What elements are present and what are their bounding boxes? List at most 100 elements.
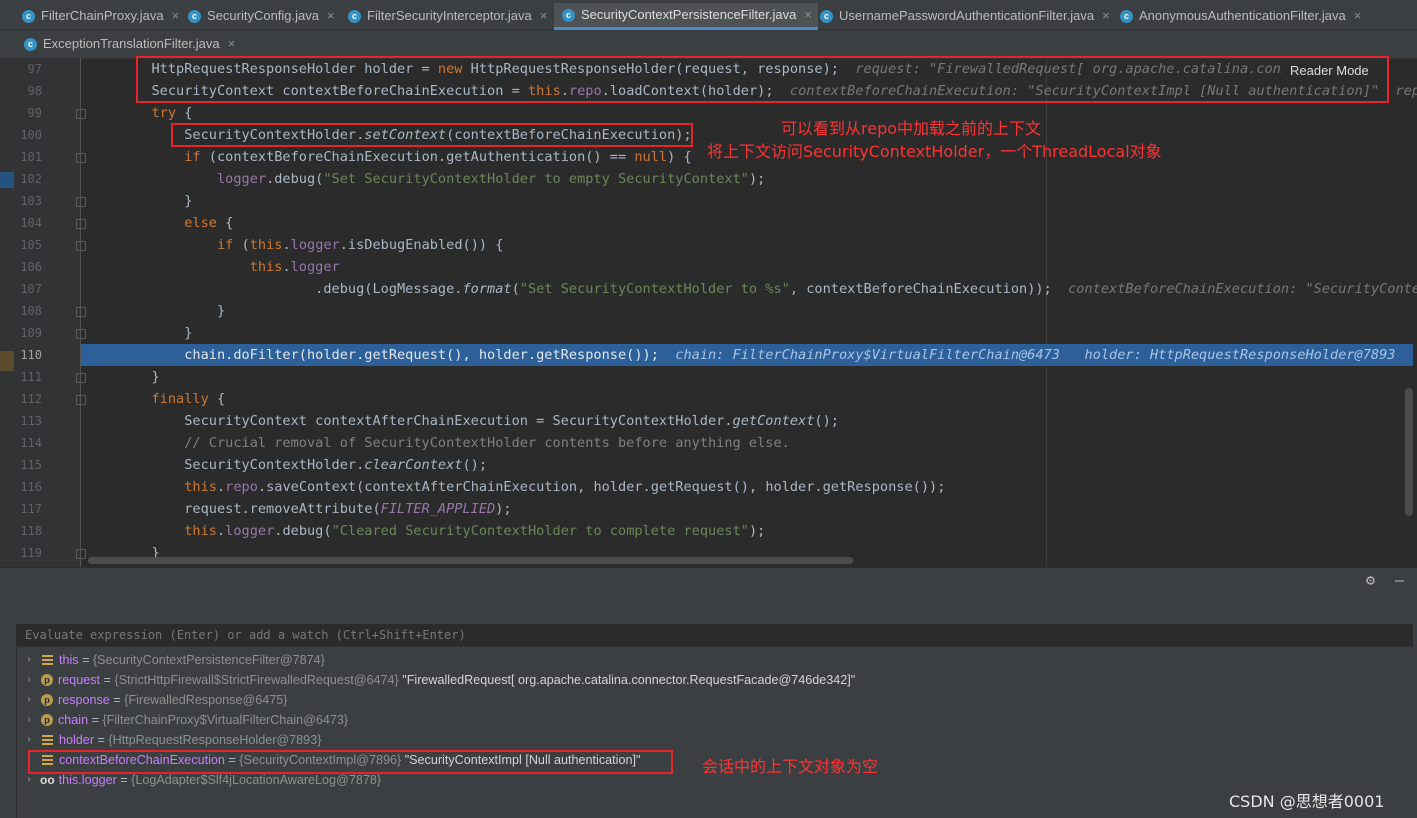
parameter-icon: p	[41, 714, 53, 726]
code-line-110[interactable]: chain.doFilter(holder.getRequest(), hold…	[86, 344, 1395, 366]
code-line-111[interactable]: }	[86, 366, 159, 388]
class-icon: c	[24, 37, 37, 51]
equals-sign: =	[94, 733, 109, 747]
line-number: 102	[20, 172, 42, 186]
code-line-115[interactable]: SecurityContextHolder.clearContext();	[86, 454, 487, 476]
annotation-note: 将上下文访问SecurityContextHolder，一个ThreadLoca…	[707, 142, 1162, 161]
tab-label: UsernamePasswordAuthenticationFilter.jav…	[839, 8, 1095, 23]
variable-name: this	[59, 653, 79, 667]
code-line-112[interactable]: finally {	[86, 388, 225, 410]
line-number: 119	[20, 546, 42, 560]
code-line-103[interactable]: }	[86, 190, 192, 212]
editor-vertical-scrollbar[interactable]	[1405, 388, 1413, 516]
line-number: 107	[20, 282, 42, 296]
frames-panel-edge	[0, 645, 17, 818]
line-number: 109	[20, 326, 42, 340]
fold-marker[interactable]	[76, 241, 86, 251]
fold-marker[interactable]	[76, 549, 86, 559]
variable-value: {FilterChainProxy$VirtualFilterChain@647…	[102, 713, 349, 727]
tab-securityconfig[interactable]: c SecurityConfig.java ×	[180, 3, 341, 29]
tab-label: FilterSecurityInterceptor.java	[367, 8, 532, 23]
debugger-toolbar	[0, 567, 1417, 592]
equals-sign: =	[88, 713, 103, 727]
line-number: 118	[20, 524, 42, 538]
expand-icon[interactable]: ›	[22, 650, 36, 670]
tab-securitycontextpersistencefilter[interactable]: c SecurityContextPersistenceFilter.java …	[554, 3, 818, 30]
line-number: 99	[27, 106, 42, 120]
variable-name: request	[58, 673, 101, 687]
inline-debug-hint: contextBeforeChainExecution: "SecurityCo…	[1068, 281, 1417, 297]
tab-filtersecurityinterceptor[interactable]: c FilterSecurityInterceptor.java ×	[340, 3, 553, 29]
close-icon[interactable]: ×	[1102, 3, 1110, 29]
close-icon[interactable]: ×	[1354, 3, 1362, 29]
tab-label: SecurityContextPersistenceFilter.java	[581, 7, 797, 22]
variable-value: {StrictHttpFirewall$StrictFirewalledRequ…	[114, 673, 399, 687]
variable-value: {FirewalledResponse@6475}	[124, 693, 288, 707]
line-number: 116	[20, 480, 42, 494]
code-line-104[interactable]: else {	[86, 212, 233, 234]
close-icon[interactable]: ×	[228, 31, 236, 57]
equals-sign: =	[109, 693, 125, 707]
expand-icon[interactable]: ›	[22, 690, 36, 710]
close-icon[interactable]: ×	[804, 3, 812, 27]
code-line-107[interactable]: .debug(LogMessage.format("Set SecurityCo…	[86, 278, 1417, 300]
fold-marker[interactable]	[76, 219, 86, 229]
fold-marker[interactable]	[76, 395, 86, 405]
tab-label: SecurityConfig.java	[207, 8, 319, 23]
variable-name: chain	[58, 713, 89, 727]
code-line-114[interactable]: // Crucial removal of SecurityContextHol…	[86, 432, 790, 454]
close-icon[interactable]: ×	[172, 3, 180, 29]
gutter-execution-marker	[0, 351, 14, 371]
close-icon[interactable]: ×	[327, 3, 335, 29]
expand-icon[interactable]: ›	[22, 730, 36, 750]
code-line-106[interactable]: this.logger	[86, 256, 340, 278]
variable-row-holder[interactable]: › holder = {HttpRequestResponseHolder@78…	[22, 730, 321, 750]
code-line-102[interactable]: logger.debug("Set SecurityContextHolder …	[86, 168, 765, 190]
line-number: 106	[20, 260, 42, 274]
settings-gear-icon[interactable]: ⚙	[1366, 571, 1375, 589]
variable-row-response[interactable]: › p response = {FirewalledResponse@6475}	[22, 690, 288, 710]
code-line-108[interactable]: }	[86, 300, 225, 322]
tab-label: ExceptionTranslationFilter.java	[43, 36, 220, 51]
fold-marker[interactable]	[76, 153, 86, 163]
tab-filterchainproxy[interactable]: c FilterChainProxy.java ×	[14, 3, 185, 29]
annotation-box-set-context	[171, 123, 693, 147]
line-number-current: 110	[20, 348, 42, 362]
code-line-105[interactable]: if (this.logger.isDebugEnabled()) {	[86, 234, 503, 256]
expand-icon[interactable]: ›	[22, 670, 36, 690]
annotation-box-load-context	[136, 56, 1389, 103]
inline-debug-hint: repo	[1395, 83, 1417, 99]
fold-marker[interactable]	[76, 197, 86, 207]
tab-exceptiontranslationfilter[interactable]: c ExceptionTranslationFilter.java ×	[16, 31, 241, 57]
variable-row-chain[interactable]: › p chain = {FilterChainProxy$VirtualFil…	[22, 710, 348, 730]
hide-panel-icon[interactable]: –	[1395, 571, 1404, 589]
fold-marker[interactable]	[76, 373, 86, 383]
tab-anonymousauthenticationfilter[interactable]: c AnonymousAuthenticationFilter.java ×	[1112, 3, 1367, 29]
tab-label: AnonymousAuthenticationFilter.java	[1139, 8, 1346, 23]
code-line-116[interactable]: this.repo.saveContext(contextAfterChainE…	[86, 476, 945, 498]
gutter-bookmark	[0, 172, 14, 188]
annotation-note: 会话中的上下文对象为空	[702, 757, 879, 776]
code-line-117[interactable]: request.removeAttribute(FILTER_APPLIED);	[86, 498, 511, 520]
code-line-99[interactable]: try {	[86, 102, 192, 124]
close-icon[interactable]: ×	[540, 3, 548, 29]
fold-marker[interactable]	[76, 329, 86, 339]
expand-icon[interactable]: ›	[22, 710, 36, 730]
code-line-109[interactable]: }	[86, 322, 192, 344]
code-line-118[interactable]: this.logger.debug("Cleared SecurityConte…	[86, 520, 765, 542]
variable-row-request[interactable]: › p request = {StrictHttpFirewall$Strict…	[22, 670, 855, 690]
class-icon: c	[562, 8, 575, 22]
code-line-101[interactable]: if (contextBeforeChainExecution.getAuthe…	[86, 146, 691, 168]
field-icon	[42, 655, 53, 665]
line-number: 103	[20, 194, 42, 208]
code-line-113[interactable]: SecurityContext contextAfterChainExecuti…	[86, 410, 839, 432]
variable-string-value: "FirewalledRequest[ org.apache.catalina.…	[402, 673, 856, 687]
line-number: 108	[20, 304, 42, 318]
line-number: 113	[20, 414, 42, 428]
fold-marker[interactable]	[76, 307, 86, 317]
editor-horizontal-scrollbar[interactable]	[88, 557, 853, 564]
tab-usernamepasswordauthenticationfilter[interactable]: c UsernamePasswordAuthenticationFilter.j…	[812, 3, 1116, 29]
variable-row-this[interactable]: › this = {SecurityContextPersistenceFilt…	[22, 650, 325, 670]
line-number: 117	[20, 502, 42, 516]
fold-marker[interactable]	[76, 109, 86, 119]
